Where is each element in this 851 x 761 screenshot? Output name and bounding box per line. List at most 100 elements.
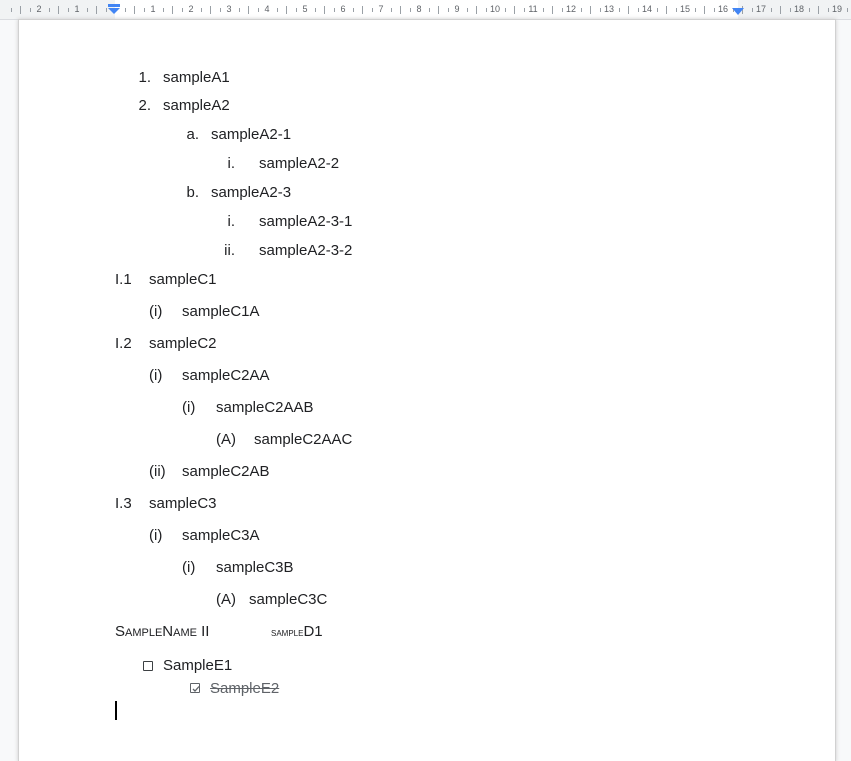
right-indent-marker-icon[interactable] — [732, 8, 744, 18]
ruler-tick — [638, 8, 639, 12]
list-item[interactable]: sampleC3C — [249, 591, 327, 609]
ruler-number: 9 — [454, 4, 460, 14]
ruler-tick — [790, 8, 791, 12]
list-marker: (i) — [182, 559, 196, 576]
ruler-tick — [210, 6, 211, 14]
ruler-tick — [438, 6, 439, 14]
ruler-tick — [400, 6, 401, 14]
text-cursor — [115, 701, 117, 720]
list-item[interactable]: sampleC1A — [182, 303, 260, 321]
ruler-tick — [315, 8, 316, 12]
list-item[interactable]: sampleC2AB — [182, 463, 270, 481]
ruler-tick — [780, 6, 781, 14]
ruler-tick — [486, 8, 487, 12]
ruler-tick — [448, 8, 449, 12]
ruler-tick — [68, 8, 69, 12]
ruler-tick — [182, 8, 183, 12]
ruler-tick — [771, 8, 772, 12]
list-marker: i. — [227, 213, 236, 230]
checklist-item-completed[interactable]: SampleE2 — [210, 680, 279, 698]
ruler-tick — [514, 6, 515, 14]
ruler-number: 1 — [150, 4, 156, 14]
ruler-number: 15 — [679, 4, 691, 14]
ruler-tick — [467, 8, 468, 12]
list-item[interactable]: sampleC3B — [216, 559, 294, 577]
list-marker: 1. — [138, 69, 151, 86]
list-marker: a. — [186, 126, 199, 143]
list-item[interactable]: sampleA2-2 — [259, 155, 339, 173]
ruler-number: 8 — [416, 4, 422, 14]
ruler-tick — [258, 8, 259, 12]
horizontal-ruler[interactable]: 2 1 1 2 3 4 5 6 7 8 9 10 11 12 13 14 15 16 17 18 19 — [0, 0, 851, 20]
list-item[interactable]: sampleA2-3-2 — [259, 242, 352, 260]
list-item[interactable]: sampleA2 — [163, 97, 230, 115]
ruler-number: 12 — [565, 4, 577, 14]
list-marker: b. — [186, 184, 199, 201]
ruler-number: 11 — [528, 4, 538, 14]
ruler-number: 6 — [340, 4, 346, 14]
list-marker: 2. — [138, 97, 151, 114]
list-marker: (A) — [216, 591, 236, 608]
ruler-number: 4 — [264, 4, 270, 14]
ruler-tick — [600, 8, 601, 12]
ruler-number: 5 — [302, 4, 308, 14]
document-page[interactable]: 1. sampleA1 2. sampleA2 a. sampleA2-1 i.… — [19, 20, 835, 761]
ruler-tick — [296, 8, 297, 12]
ruler-tick — [562, 8, 563, 12]
ruler-tick — [818, 6, 819, 14]
ruler-number: 18 — [793, 4, 805, 14]
list-item[interactable]: sampleC1 — [149, 271, 217, 289]
list-marker: (ii) — [149, 463, 166, 480]
list-marker: I.3 — [115, 495, 132, 512]
ruler-tick — [552, 6, 553, 14]
list-item[interactable]: sampleA2-3-1 — [259, 213, 352, 231]
ruler-number: 10 — [489, 4, 501, 14]
smallcaps-sample-text[interactable]: sampleD1 — [271, 623, 323, 641]
ruler-tick — [277, 8, 278, 12]
ruler-tick — [429, 8, 430, 12]
ruler-number: 16 — [717, 4, 729, 14]
list-item[interactable]: sampleC2AA — [182, 367, 270, 385]
list-item[interactable]: sampleA1 — [163, 69, 230, 87]
ruler-tick — [49, 8, 50, 12]
list-marker: (i) — [149, 303, 163, 320]
list-item[interactable]: sampleC2AAB — [216, 399, 314, 417]
ruler-tick — [220, 8, 221, 12]
ruler-number: 7 — [378, 4, 384, 14]
list-item[interactable]: sampleC3A — [182, 527, 260, 545]
ruler-tick — [391, 8, 392, 12]
ruler-tick — [286, 6, 287, 14]
list-marker: (i) — [149, 367, 163, 384]
list-marker: I.2 — [115, 335, 132, 352]
ruler-tick — [106, 8, 107, 12]
ruler-tick — [714, 8, 715, 12]
list-marker: (A) — [216, 431, 236, 448]
ruler-number: 13 — [603, 4, 615, 14]
smallcaps-name-text[interactable]: SampleName II — [115, 623, 209, 641]
list-item[interactable]: sampleA2-1 — [211, 126, 291, 144]
ruler-tick — [619, 8, 620, 12]
checklist-checkbox-unchecked[interactable] — [143, 661, 153, 671]
list-item[interactable]: sampleC2AAC — [254, 431, 352, 449]
ruler-tick — [324, 6, 325, 14]
ruler-number: 2 — [188, 4, 194, 14]
checklist-item[interactable]: SampleE1 — [163, 657, 232, 675]
ruler-tick — [96, 6, 97, 14]
checklist-checkbox-checked[interactable] — [190, 683, 200, 693]
list-item[interactable]: sampleC3 — [149, 495, 217, 513]
ruler-tick — [676, 8, 677, 12]
ruler-tick — [666, 6, 667, 14]
left-indent-marker-icon[interactable] — [108, 4, 120, 14]
ruler-tick — [695, 8, 696, 12]
ruler-tick — [809, 8, 810, 12]
ruler-number: 2 — [36, 4, 42, 14]
ruler-tick — [87, 8, 88, 12]
ruler-number: 1 — [74, 4, 80, 14]
ruler-number: 14 — [641, 4, 653, 14]
ruler-tick — [524, 8, 525, 12]
list-item[interactable]: sampleC2 — [149, 335, 217, 353]
ruler-tick — [20, 6, 21, 14]
list-marker: ii. — [224, 242, 235, 259]
list-item[interactable]: sampleA2-3 — [211, 184, 291, 202]
ruler-tick — [543, 8, 544, 12]
